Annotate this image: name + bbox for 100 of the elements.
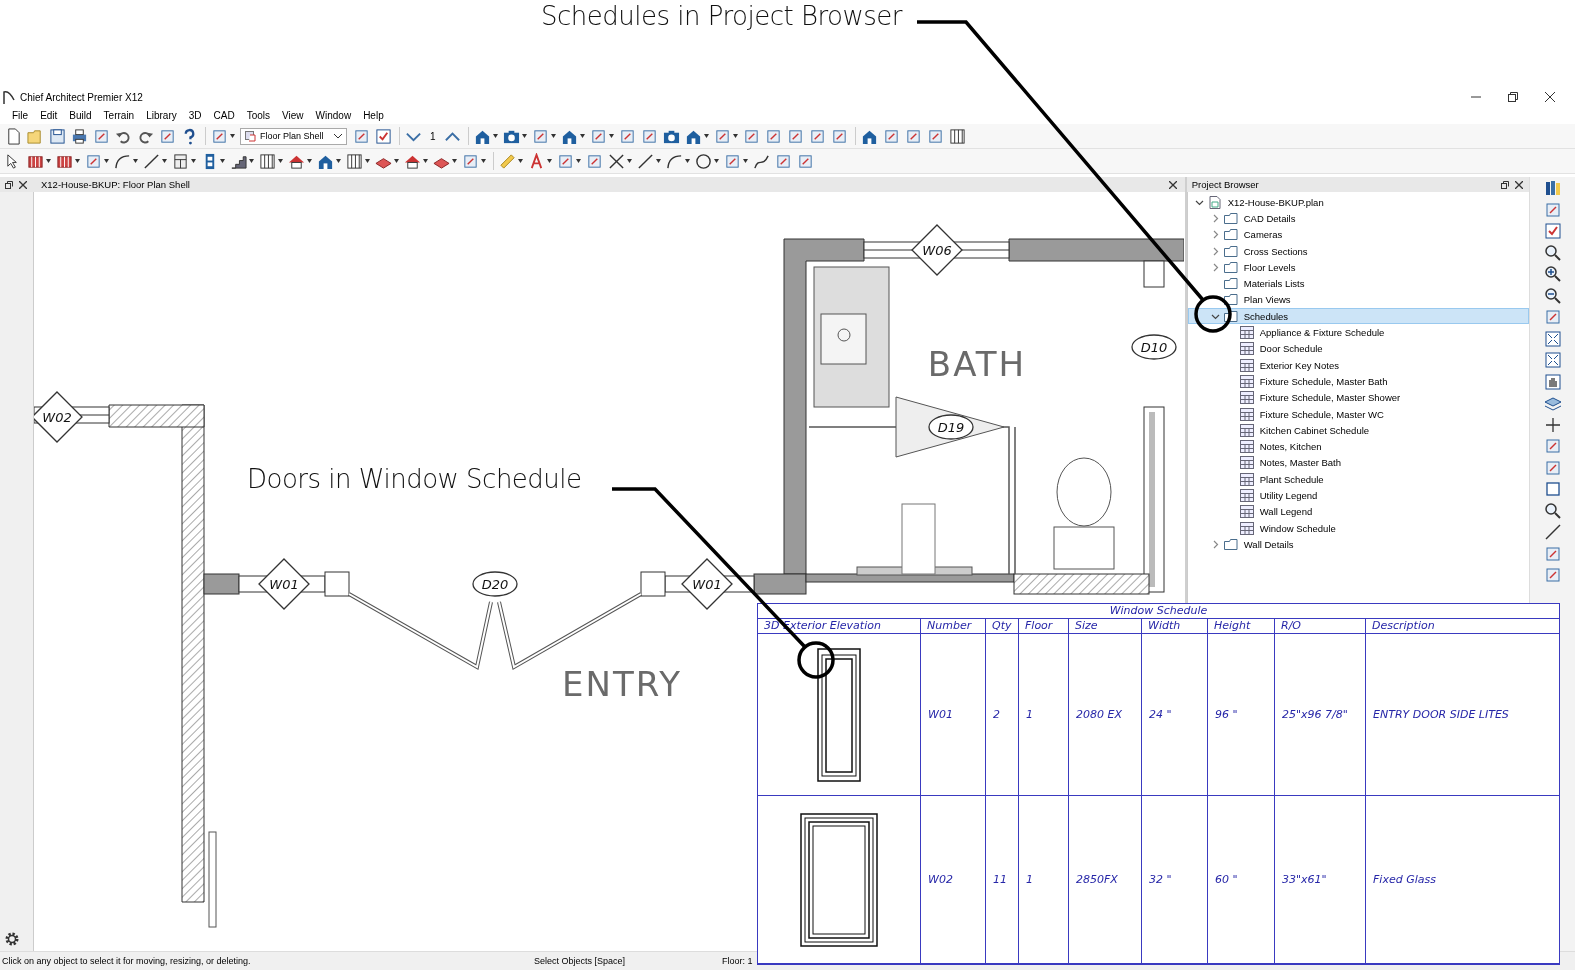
menu-item[interactable]: CAD [207, 109, 241, 121]
printer-icon[interactable] [71, 127, 88, 145]
caret-icon[interactable] [423, 159, 428, 163]
arc-icon[interactable] [114, 152, 131, 170]
restore-icon[interactable] [5, 180, 13, 189]
tree-item[interactable]: Window Schedule [1187, 519, 1530, 537]
zoom-in-icon[interactable] [1543, 265, 1562, 283]
line-icon[interactable] [637, 152, 654, 170]
caret-icon[interactable] [75, 159, 80, 163]
plan-view-dropdown[interactable]: Floor Plan Shell [240, 127, 347, 145]
checklist-icon[interactable] [1543, 222, 1562, 240]
tool-icon[interactable] [353, 127, 370, 145]
grid-icon[interactable] [948, 127, 966, 145]
zoom-icon[interactable] [1543, 501, 1562, 520]
tree-item[interactable]: Cross Sections [1187, 242, 1530, 260]
tree-item[interactable]: Plan Views [1187, 291, 1530, 309]
tree-item[interactable]: Fixture Schedule, Master Bath [1187, 373, 1530, 390]
tree-item[interactable]: Floor Levels [1187, 259, 1530, 276]
tree-item[interactable]: Materials Lists [1187, 275, 1530, 292]
line-icon[interactable] [1543, 523, 1562, 541]
caret-icon[interactable] [307, 159, 312, 163]
caret-icon[interactable] [133, 159, 138, 163]
frame-icon[interactable] [1543, 329, 1562, 348]
caret-icon[interactable] [576, 159, 581, 163]
room-label[interactable]: BATH [927, 344, 1027, 384]
close-icon[interactable] [1545, 92, 1555, 102]
tool-icon[interactable] [775, 152, 792, 170]
tree-item[interactable]: X12-House-BKUP.plan [1187, 194, 1530, 211]
books-icon[interactable] [1543, 179, 1562, 197]
zoom-out-icon[interactable] [1543, 286, 1562, 305]
door-tag[interactable]: D10 [1131, 334, 1177, 360]
cabinet-icon[interactable] [172, 152, 189, 170]
close-icon[interactable] [1515, 180, 1524, 189]
caret-icon[interactable] [550, 134, 556, 138]
caret-icon[interactable] [46, 159, 51, 163]
window-tag[interactable]: W01 [681, 558, 733, 610]
save-icon[interactable] [49, 127, 66, 145]
caret-icon[interactable] [608, 134, 614, 138]
tool-icon[interactable] [586, 152, 603, 170]
settings-icon[interactable] [4, 931, 20, 947]
tool-icon[interactable] [1543, 200, 1562, 219]
tree-item[interactable]: Notes, Kitchen [1187, 438, 1530, 455]
tree-item[interactable]: Cameras [1187, 226, 1530, 243]
door-tag[interactable]: D20 [472, 571, 518, 597]
caret-icon[interactable] [685, 159, 690, 163]
caret-icon[interactable] [714, 159, 719, 163]
window-tag[interactable]: W02 [34, 391, 83, 443]
caret-icon[interactable] [452, 159, 457, 163]
caret-icon[interactable] [627, 159, 632, 163]
menu-item[interactable]: Window [309, 109, 358, 121]
hand-icon[interactable] [1543, 372, 1562, 391]
tree-item[interactable]: Door Schedule [1187, 340, 1530, 357]
tree-item[interactable]: Wall Details [1187, 536, 1530, 553]
menu-item[interactable]: Library [140, 109, 183, 121]
caret-icon[interactable] [220, 159, 225, 163]
menu-item[interactable]: Edit [34, 109, 64, 121]
restore-icon[interactable] [1508, 92, 1518, 102]
plus-icon[interactable] [1543, 415, 1562, 434]
grid-icon[interactable] [259, 152, 276, 170]
restore-icon[interactable] [1501, 180, 1510, 189]
tree-item[interactable]: CAD Details [1187, 210, 1530, 227]
tool-icon[interactable] [904, 127, 922, 145]
tool-icon[interactable] [93, 127, 110, 145]
tree-item[interactable]: Schedules [1187, 308, 1530, 325]
caret-icon[interactable] [249, 159, 254, 163]
tree-item[interactable]: Utility Legend [1187, 487, 1530, 504]
caret-icon[interactable] [230, 134, 235, 138]
new-document-icon[interactable] [5, 127, 22, 145]
caret-icon[interactable] [521, 134, 527, 138]
tree-item[interactable]: Plant Schedule [1187, 471, 1530, 488]
tool-icon[interactable] [159, 127, 176, 145]
tree-item[interactable]: Exterior Key Notes [1187, 356, 1530, 374]
tree-item[interactable]: Fixture Schedule, Master Shower [1187, 389, 1530, 406]
zoom-icon[interactable] [1543, 243, 1562, 262]
tool-icon[interactable] [1543, 437, 1562, 455]
tree-item[interactable]: Kitchen Cabinet Schedule [1187, 422, 1530, 439]
caret-icon[interactable] [481, 159, 486, 163]
grid-icon[interactable] [346, 152, 363, 170]
close-icon[interactable] [1168, 180, 1177, 189]
close-icon[interactable] [19, 180, 27, 189]
caret-icon[interactable] [365, 159, 370, 163]
door-tag[interactable]: D19 [928, 414, 974, 440]
caret-icon[interactable] [104, 159, 109, 163]
tool-icon[interactable] [797, 152, 814, 170]
menu-item[interactable]: View [276, 109, 310, 121]
tool-icon[interactable] [830, 127, 848, 145]
caret-icon[interactable] [703, 134, 709, 138]
caret-icon[interactable] [518, 159, 523, 163]
tool-icon[interactable] [1543, 566, 1562, 584]
menu-item[interactable]: File [6, 109, 35, 121]
menu-item[interactable]: Build [63, 109, 98, 121]
caret-icon[interactable] [732, 134, 738, 138]
menu-item[interactable]: Tools [240, 109, 277, 121]
tree-item[interactable]: Wall Legend [1187, 503, 1530, 520]
caret-icon[interactable] [162, 159, 167, 163]
tool-icon[interactable] [1543, 458, 1562, 477]
caret-icon[interactable] [547, 159, 552, 163]
menu-item[interactable]: 3D [182, 109, 208, 121]
tree-item[interactable]: Notes, Master Bath [1187, 454, 1530, 472]
text-icon[interactable] [528, 152, 545, 170]
